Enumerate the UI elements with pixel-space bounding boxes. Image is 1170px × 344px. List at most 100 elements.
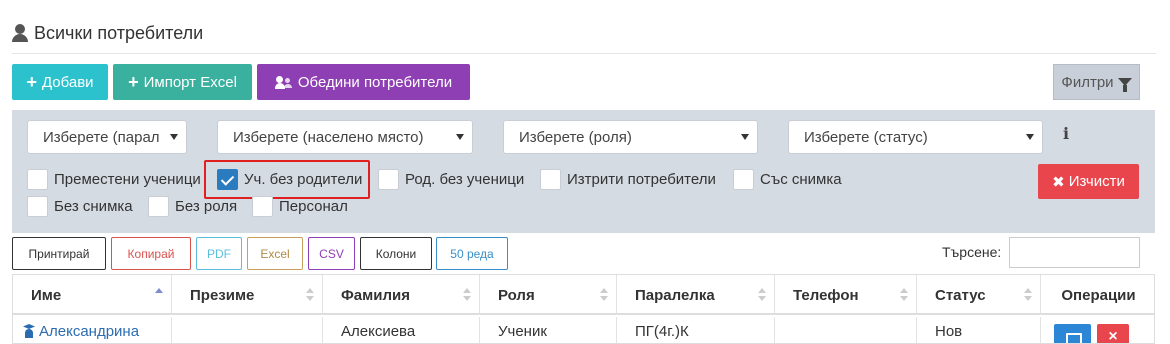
checkbox-box[interactable]: [27, 169, 48, 190]
checkbox-box[interactable]: [733, 169, 754, 190]
filters-button-label: Филтри: [1061, 73, 1114, 91]
chevron-down-icon: [741, 134, 749, 140]
cell-role: Ученик: [480, 317, 617, 343]
cell-class: ПГ(4г.)К: [617, 317, 775, 343]
role-select[interactable]: Изберете (роля): [503, 120, 758, 154]
checkbox-parents-without-students[interactable]: Род. без ученици: [378, 169, 524, 190]
plus-icon: +: [128, 72, 139, 92]
search-input[interactable]: [1009, 237, 1140, 268]
checkbox-box[interactable]: [252, 196, 273, 217]
column-header-label: Паралелка: [635, 286, 715, 304]
column-header-middle-name[interactable]: Презиме: [172, 275, 323, 315]
close-icon: ✖: [1052, 173, 1065, 191]
checkbox-box[interactable]: [540, 169, 561, 190]
users-icon: [274, 75, 293, 89]
delete-button[interactable]: ×: [1097, 324, 1129, 343]
column-header-role[interactable]: Роля: [480, 275, 617, 315]
merge-button-label: Обедини потребители: [297, 73, 453, 91]
chevron-down-icon: [1026, 134, 1034, 140]
import-button-label: Импорт Excel: [143, 73, 237, 91]
print-button[interactable]: Принтирай: [12, 237, 106, 270]
cell-name[interactable]: Александрина: [13, 317, 172, 343]
columns-button[interactable]: Колони: [360, 237, 432, 270]
sort-icon: [900, 288, 908, 302]
column-header-status[interactable]: Статус: [917, 275, 1041, 315]
class-select[interactable]: Изберете (парал: [27, 120, 187, 154]
role-select-value: Изберете (роля): [519, 128, 632, 146]
checkbox-label: Персонал: [279, 198, 348, 215]
column-header-last-name[interactable]: Фамилия: [323, 275, 480, 315]
status-select-value: Изберете (статус): [804, 128, 928, 146]
user-name-link[interactable]: Александрина: [39, 323, 139, 340]
sort-asc-icon: [155, 288, 163, 302]
user-icon: [12, 24, 28, 42]
add-button[interactable]: + Добави: [12, 64, 108, 100]
checkbox-staff[interactable]: Персонал: [252, 196, 348, 217]
checkbox-label: Без роля: [175, 198, 238, 215]
checkbox-without-role[interactable]: Без роля: [148, 196, 237, 217]
filter-icon: [1117, 78, 1132, 92]
cell-status: Нов: [917, 317, 1041, 343]
checkbox-label: Без снимка: [54, 198, 133, 215]
checkbox-label: Изтрити потребители: [567, 171, 716, 188]
clear-button[interactable]: ✖ Изчисти: [1038, 164, 1139, 199]
checkbox-box[interactable]: [378, 169, 399, 190]
table-header: Име Презиме Фамилия Роля Паралелка Телеф…: [13, 275, 1154, 315]
cell-last-name: Алексиева: [323, 317, 480, 343]
edit-button[interactable]: [1054, 324, 1091, 343]
excel-button[interactable]: Excel: [247, 237, 303, 270]
column-header-operations: Операции: [1041, 275, 1154, 315]
rows-per-page-button[interactable]: 50 реда: [436, 237, 508, 270]
column-header-label: Презиме: [190, 286, 255, 304]
checkbox-without-photo[interactable]: Без снимка: [27, 196, 133, 217]
column-header-name[interactable]: Име: [13, 275, 172, 315]
page-header: Всички потребители: [12, 20, 203, 46]
clear-button-label: Изчисти: [1068, 173, 1125, 190]
cell-phone: [775, 317, 917, 343]
location-select[interactable]: Изберете (населено място): [217, 120, 473, 154]
status-select[interactable]: Изберете (статус): [788, 120, 1043, 154]
checkbox-label: Род. без ученици: [405, 171, 525, 188]
sort-icon: [463, 288, 471, 302]
search-label: Търсене:: [942, 244, 1002, 260]
copy-button[interactable]: Копирай: [111, 237, 191, 270]
checkbox-label: Преместени ученици: [54, 171, 201, 188]
checkbox-box[interactable]: [148, 196, 169, 217]
sort-icon: [600, 288, 608, 302]
column-header-label: Име: [31, 286, 62, 304]
class-select-value: Изберете (парал: [43, 128, 160, 146]
student-icon: [23, 324, 35, 338]
column-header-label: Операции: [1061, 286, 1136, 304]
column-header-phone[interactable]: Телефон: [775, 275, 917, 315]
checkbox-box[interactable]: [27, 196, 48, 217]
merge-users-button[interactable]: Обедини потребители: [257, 64, 470, 100]
sort-icon: [1024, 288, 1032, 302]
cell-middle-name: [172, 317, 323, 343]
column-header-label: Фамилия: [341, 286, 410, 304]
sort-icon: [758, 288, 766, 302]
location-select-value: Изберете (населено място): [233, 128, 424, 146]
checkbox-with-photo[interactable]: Със снимка: [733, 169, 842, 190]
highlight-box: [204, 160, 370, 199]
import-excel-button[interactable]: + Импорт Excel: [113, 64, 252, 100]
divider: [12, 53, 1156, 54]
pdf-button[interactable]: PDF: [196, 237, 242, 270]
add-button-label: Добави: [41, 73, 94, 91]
plus-icon: +: [26, 72, 37, 92]
column-header-class[interactable]: Паралелка: [617, 275, 775, 315]
checkbox-moved-students[interactable]: Преместени ученици: [27, 169, 201, 190]
column-header-label: Телефон: [793, 286, 859, 304]
info-icon[interactable]: i: [1063, 124, 1069, 143]
checkbox-deleted-users[interactable]: Изтрити потребители: [540, 169, 716, 190]
checkbox-label: Със снимка: [760, 171, 842, 188]
chevron-down-icon: [456, 134, 464, 140]
column-header-label: Роля: [498, 286, 535, 304]
filters-button[interactable]: Филтри: [1053, 64, 1140, 100]
column-header-label: Статус: [935, 286, 986, 304]
csv-button[interactable]: CSV: [308, 237, 355, 270]
page-title: Всички потребители: [34, 22, 204, 43]
chevron-down-icon: [170, 134, 178, 140]
sort-icon: [306, 288, 314, 302]
filter-panel: Изберете (парал Изберете (населено място…: [12, 110, 1155, 233]
users-table: Име Презиме Фамилия Роля Паралелка Телеф…: [12, 274, 1155, 344]
